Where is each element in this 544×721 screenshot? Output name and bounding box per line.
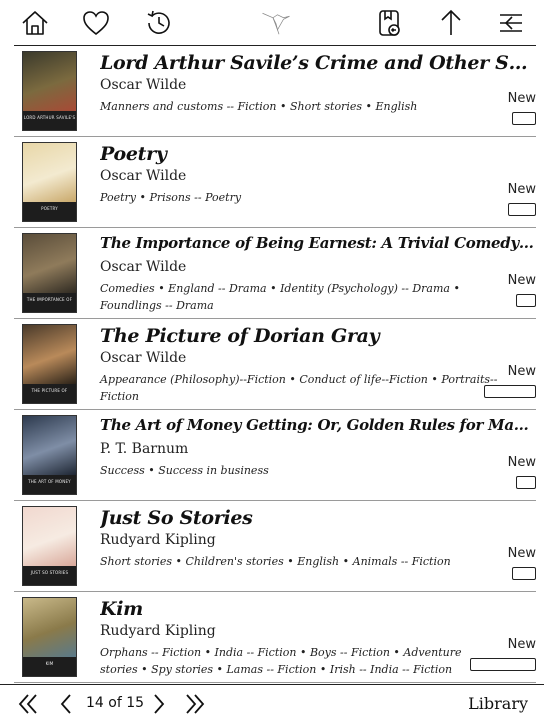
book-author: Oscar Wilde [100, 259, 187, 275]
reading-progress-bar [470, 658, 536, 671]
book-cover[interactable]: THE IMPORTANCE OF BEING EARNEST [22, 233, 77, 313]
cover-title-band: POETRY [23, 202, 76, 215]
cover-illustration [23, 143, 76, 202]
bookmark-back-icon[interactable] [373, 6, 407, 40]
cover-title-band: THE IMPORTANCE OF BEING EARNEST [23, 293, 76, 312]
status-badge: New [507, 91, 536, 106]
book-row[interactable]: LORD ARTHUR SAVILE'S CRIME AND OTHER STO… [14, 46, 536, 137]
top-toolbar [0, 0, 544, 46]
book-cover[interactable]: THE ART OF MONEY GETTING [22, 415, 77, 495]
book-subjects: Manners and customs -- Fiction • Short s… [100, 100, 418, 113]
up-arrow-icon[interactable] [434, 6, 468, 40]
book-subjects: Poetry • Prisons -- Poetry [100, 191, 242, 204]
book-title[interactable]: The Art of Money Getting: Or, Golden Rul… [100, 412, 536, 438]
cover-illustration [23, 416, 76, 475]
cover-title-band: KIM [23, 657, 76, 670]
cover-footer [23, 579, 76, 585]
book-author: Rudyard Kipling [100, 623, 216, 639]
cover-illustration [23, 234, 76, 293]
book-row[interactable]: JUST SO STORIES Just So Stories Rudyard Ki… [14, 501, 536, 592]
cover-title-band: THE PICTURE OF DORIAN GRAY [23, 384, 76, 403]
logo-bird-icon [256, 6, 296, 40]
cover-footer [23, 670, 76, 676]
book-cover[interactable]: POETRY [22, 142, 77, 222]
cover-illustration [23, 52, 76, 111]
book-row[interactable]: KIM Kim Rudyard Kipling Orphans -- Fiction … [14, 592, 536, 683]
book-subjects: Short stories • Children's stories • Eng… [100, 555, 451, 568]
status-badge: New [507, 637, 536, 652]
cover-footer [23, 215, 76, 221]
book-author: Rudyard Kipling [100, 532, 216, 548]
pager-bar: 14 of 15 Library [0, 684, 544, 721]
heart-icon[interactable] [79, 6, 113, 40]
book-title[interactable]: Lord Arthur Savile’s Crime and Other Sto… [100, 50, 536, 76]
book-cover[interactable]: JUST SO STORIES [22, 506, 77, 586]
book-subjects: Comedies • England -- Drama • Identity (… [100, 282, 460, 312]
cover-title-band: THE ART OF MONEY GETTING [23, 475, 76, 494]
cover-title-band: JUST SO STORIES [23, 566, 76, 579]
cover-title-text: KIM [45, 661, 54, 666]
book-row[interactable]: POETRY Poetry Oscar Wilde Poetry • Prisons … [14, 137, 536, 228]
book-row[interactable]: THE PICTURE OF DORIAN GRAY The Picture of… [14, 319, 536, 410]
book-title[interactable]: The Importance of Being Earnest: A Trivi… [100, 230, 536, 256]
status-badge: New [507, 455, 536, 470]
book-subjects: Appearance (Philosophy)--Fiction • Condu… [100, 373, 498, 403]
status-badge: New [507, 182, 536, 197]
last-page-icon[interactable] [181, 690, 209, 718]
reading-progress-bar [508, 203, 536, 216]
reading-progress-bar [512, 112, 536, 125]
status-badge: New [507, 273, 536, 288]
book-row[interactable]: THE IMPORTANCE OF BEING EARNEST The Impor… [14, 228, 536, 319]
book-list: LORD ARTHUR SAVILE'S CRIME AND OTHER STO… [14, 46, 536, 683]
status-badge: New [507, 546, 536, 561]
book-cover[interactable]: LORD ARTHUR SAVILE'S CRIME AND OTHER STO… [22, 51, 77, 131]
book-subjects: Success • Success in business [100, 464, 269, 477]
cover-title-text: POETRY [41, 206, 58, 211]
reading-progress-bar [484, 385, 536, 398]
status-badge: New [507, 364, 536, 379]
next-page-icon[interactable] [145, 690, 173, 718]
cover-title-text: JUST SO STORIES [30, 570, 69, 575]
menu-close-icon[interactable] [494, 6, 528, 40]
book-author: Oscar Wilde [100, 168, 187, 184]
cover-illustration [23, 507, 76, 566]
book-author: P. T. Barnum [100, 441, 189, 457]
previous-page-icon[interactable] [52, 690, 80, 718]
cover-footer [23, 397, 76, 403]
book-author: Oscar Wilde [100, 350, 187, 366]
cover-illustration [23, 598, 76, 657]
book-subjects: Orphans -- Fiction • India -- Fiction • … [100, 646, 462, 676]
history-icon[interactable] [142, 6, 176, 40]
cover-title-band: LORD ARTHUR SAVILE'S CRIME AND OTHER STO… [23, 111, 76, 130]
book-cover[interactable]: THE PICTURE OF DORIAN GRAY [22, 324, 77, 404]
book-author: Oscar Wilde [100, 77, 187, 93]
cover-footer [23, 124, 76, 130]
cover-illustration [23, 325, 76, 384]
first-page-icon[interactable] [14, 690, 42, 718]
reading-progress-bar [512, 567, 536, 580]
cover-footer [23, 306, 76, 312]
cover-footer [23, 488, 76, 494]
library-button[interactable]: Library [468, 694, 528, 713]
book-title[interactable]: The Picture of Dorian Gray [100, 323, 536, 349]
page-indicator[interactable]: 14 of 15 [86, 695, 144, 711]
reading-progress-bar [516, 294, 536, 307]
reading-progress-bar [516, 476, 536, 489]
home-icon[interactable] [18, 6, 52, 40]
book-title[interactable]: Kim [100, 596, 536, 622]
book-title[interactable]: Just So Stories [100, 505, 536, 531]
book-cover[interactable]: KIM [22, 597, 77, 677]
book-row[interactable]: THE ART OF MONEY GETTING The Art of Money… [14, 410, 536, 501]
book-title[interactable]: Poetry [100, 141, 536, 167]
